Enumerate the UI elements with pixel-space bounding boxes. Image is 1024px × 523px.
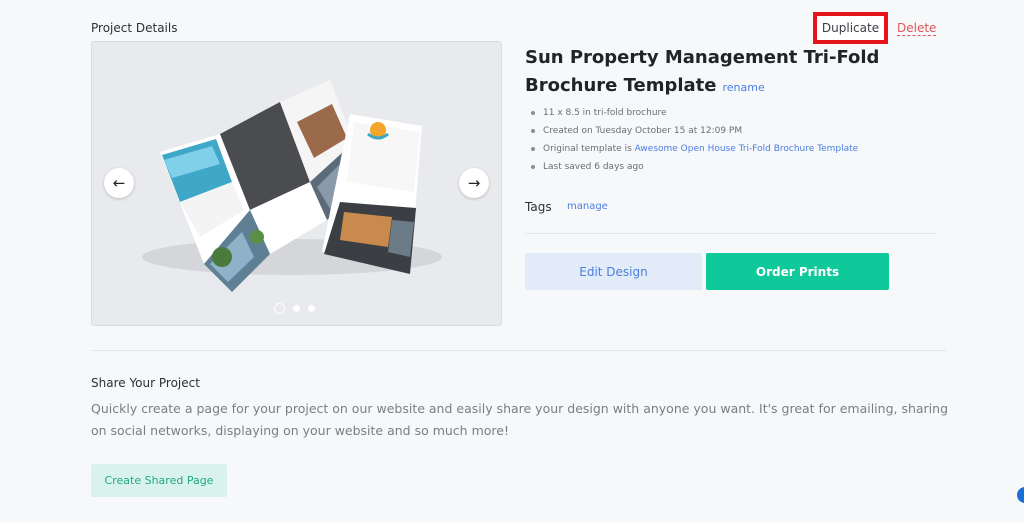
carousel-prev-button[interactable]: ← [104, 168, 134, 198]
carousel-dots [274, 303, 315, 314]
meta-created: Created on Tuesday October 15 at 12:09 P… [531, 122, 858, 140]
tags-label: Tags [525, 200, 552, 214]
meta-size: 11 x 8.5 in tri-fold brochure [531, 104, 858, 122]
meta-saved: Last saved 6 days ago [531, 158, 858, 176]
carousel-dot-2[interactable] [293, 305, 300, 312]
arrow-right-icon: → [467, 174, 481, 192]
order-prints-button[interactable]: Order Prints [706, 253, 889, 290]
chat-widget-icon[interactable] [1017, 487, 1024, 503]
arrow-left-icon: ← [112, 174, 126, 192]
edit-design-button[interactable]: Edit Design [525, 253, 702, 290]
carousel-dot-1[interactable] [274, 303, 285, 314]
project-meta-list: 11 x 8.5 in tri-fold brochure Created on… [531, 104, 858, 176]
share-section-title: Share Your Project [91, 376, 200, 390]
manage-tags-link[interactable]: manage [567, 201, 608, 212]
rename-link[interactable]: rename [722, 81, 764, 94]
divider [525, 233, 936, 234]
preview-carousel: ← → [91, 41, 502, 326]
brochure-preview-image [142, 80, 442, 292]
project-title: Sun Property Management Tri-Fold Brochur… [525, 44, 885, 102]
original-template-link[interactable]: Awesome Open House Tri-Fold Brochure Tem… [635, 144, 859, 154]
delete-link[interactable]: Delete [897, 21, 937, 36]
meta-original: Original template is Awesome Open House … [531, 140, 858, 158]
create-shared-page-button[interactable]: Create Shared Page [91, 464, 227, 497]
project-title-text: Sun Property Management Tri-Fold Brochur… [525, 47, 880, 96]
section-divider [91, 350, 946, 351]
share-description: Quickly create a page for your project o… [91, 401, 949, 438]
carousel-dot-3[interactable] [308, 305, 315, 312]
carousel-next-button[interactable]: → [459, 168, 489, 198]
meta-original-prefix: Original template is [543, 144, 635, 154]
section-title: Project Details [91, 21, 178, 35]
duplicate-button[interactable]: Duplicate [813, 12, 888, 44]
